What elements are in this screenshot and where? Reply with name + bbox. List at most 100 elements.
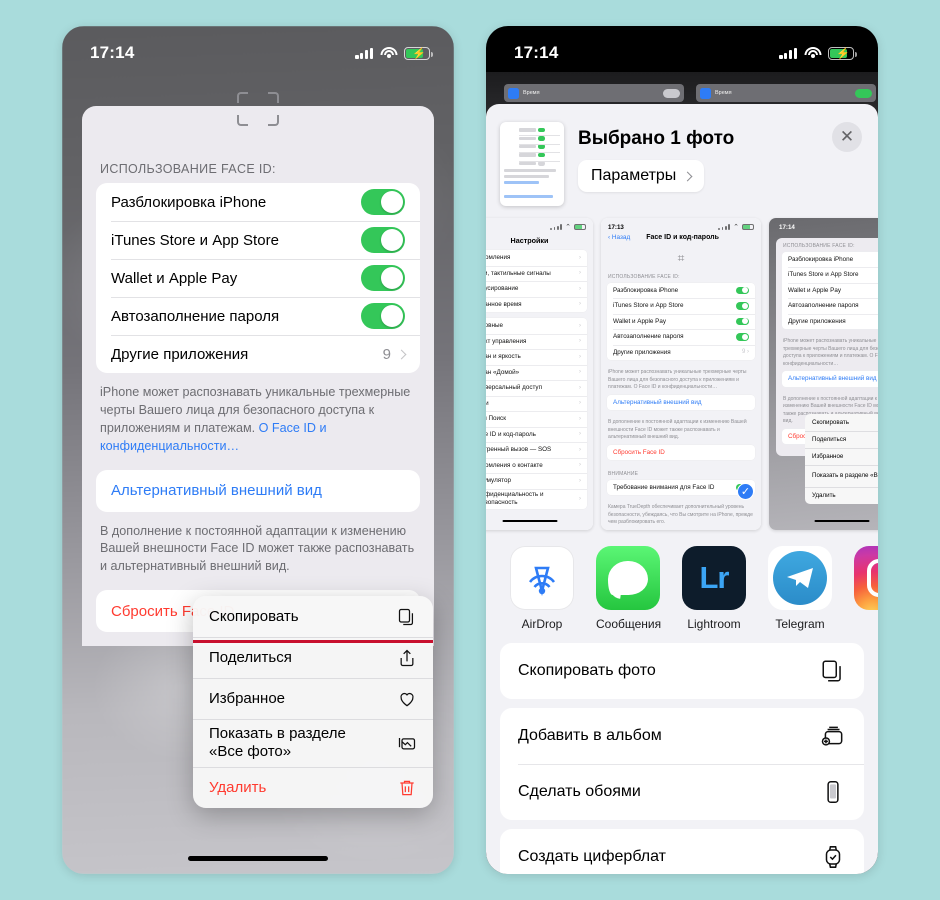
row-other-apps[interactable]: Другие приложения 9 [96, 335, 420, 373]
preview-time: 17:14 [779, 224, 795, 231]
wifi-icon [380, 46, 397, 60]
action-set-wallpaper[interactable]: Сделать обоями [500, 764, 864, 820]
copy-icon [398, 608, 414, 625]
preview-list-item: онфиденциальность и безопасность› [486, 488, 587, 509]
face-id-icon [237, 92, 279, 126]
context-menu-item-share[interactable]: Поделиться [193, 637, 433, 678]
context-menu-item-delete[interactable]: Удалить [193, 767, 433, 808]
context-menu-item-copy[interactable]: Скопировать [193, 596, 433, 637]
row-wallet-applepay[interactable]: Wallet и Apple Pay [96, 259, 420, 297]
preview-list-item: Разблокировка iPhone [782, 252, 878, 268]
preview-section-header: ИСПОЛЬЗОВАНИЕ FACE ID: [608, 274, 680, 280]
status-time: 17:14 [514, 43, 559, 62]
row-password-autofill[interactable]: Автозаполнение пароля [96, 297, 420, 335]
preview-settings-group-1: едомления› уки, тактильные сигналы› окус… [486, 250, 587, 312]
faceid-usage-group: Разблокировка iPhone iTunes Store и App … [96, 183, 420, 373]
share-actions-list: Скопировать фото Добавить в альбом Сдела… [486, 643, 878, 874]
action-copy-photo[interactable]: Скопировать фото [500, 643, 864, 699]
chevron-right-icon [396, 349, 407, 359]
preview-alternate-group: Альтернативный внешний вид [607, 394, 755, 410]
toggle-itunes-appstore[interactable] [361, 227, 405, 253]
share-target-messages[interactable]: Сообщения [596, 546, 662, 631]
preview-attention-group: Требование внимания для Face ID [607, 479, 755, 495]
status-time: 17:14 [90, 43, 135, 62]
screenshot-preview-strip: ⌃ Настройки едомления› уки, тактильные с… [486, 218, 878, 540]
action-label: Сделать обоями [518, 783, 641, 800]
row-unlock-iphone[interactable]: Разблокировка iPhone [96, 183, 420, 221]
wifi-icon [804, 46, 821, 60]
row-label: Автозаполнение пароля [111, 307, 280, 325]
row-alternate-appearance[interactable]: Альтернативный внешний вид [96, 470, 420, 512]
app-label: Сообщения [596, 617, 662, 631]
photos-library-icon [398, 738, 416, 750]
status-icons: ⚡ [355, 46, 433, 60]
status-icons: ⚡ [779, 46, 857, 60]
preview-context-menu-shot[interactable]: 17:14 ИСПОЛЬЗОВАНИЕ FACE ID: Разблокиров… [769, 218, 878, 530]
share-target-lightroom[interactable]: Lr Lightroom [682, 546, 746, 631]
preview-list-item: Разблокировка iPhone [607, 283, 755, 299]
background-row-label: Время [715, 90, 732, 96]
screen-time-icon [508, 87, 519, 99]
row-value-group: 9 [383, 346, 407, 363]
preview-settings-root[interactable]: ⌃ Настройки едомления› уки, тактильные с… [486, 218, 593, 530]
share-sheet: Выбрано 1 фото Параметры ✕ ⌃ Настройки о… [486, 104, 878, 874]
app-label: Lightroom [687, 617, 741, 631]
checkmark-circle-icon[interactable]: ✓ [737, 483, 754, 500]
preview-time: 17:13 [608, 223, 624, 231]
action-group-3: Создать циферблат Сохранить в Файлы [500, 829, 864, 874]
action-group-2: Добавить в альбом Сделать обоями [500, 708, 864, 820]
preview-list-item: Альтернативный внешний вид [613, 398, 702, 406]
preview-list-item: Автозаполнение пароля [782, 298, 878, 314]
screen-time-icon [700, 87, 711, 99]
lightroom-icon: Lr [682, 546, 746, 610]
watch-face-icon [825, 846, 841, 868]
preview-list-item: ace ID и код-пароль› [486, 426, 587, 443]
action-add-to-album[interactable]: Добавить в альбом [500, 708, 864, 764]
menu-item-label: Избранное [209, 690, 286, 707]
preview-faceid-settings[interactable]: 17:13 ⌃ ‹ Назад Face ID и код-пароль ⌗ И… [601, 218, 761, 530]
context-menu-item-show-in-all-photos[interactable]: Показать в разделе «Все фото» [193, 719, 433, 767]
right-phone-screenshot: 17:14 ⚡ Время Время Выбрано 1 фото Парам… [486, 26, 878, 874]
preview-nav-title: Настройки [510, 236, 549, 245]
preview-menu-item: Показать в разделе «Все фото» [805, 465, 878, 487]
share-target-instagram[interactable]: Ins [854, 546, 878, 631]
selected-photo-thumbnail[interactable] [500, 122, 564, 206]
toggle-unlock-iphone[interactable] [361, 189, 405, 215]
share-target-airdrop[interactable]: AirDrop [510, 546, 574, 631]
action-create-watch-face[interactable]: Создать циферблат [500, 829, 864, 874]
menu-item-label: Скопировать [209, 608, 299, 625]
close-icon[interactable]: ✕ [832, 122, 862, 152]
app-label: Telegram [775, 617, 825, 631]
preview-list-item: кран «Домой»› [486, 364, 587, 381]
background-row-screentime-2: Время [696, 84, 876, 102]
row-itunes-appstore[interactable]: iTunes Store и App Store [96, 221, 420, 259]
preview-list-item: Сбросить Face ID [613, 448, 665, 456]
preview-list-item: Автозаполнение пароля [607, 329, 755, 345]
row-label: Разблокировка iPhone [111, 193, 267, 211]
row-label: Другие приложения [111, 345, 249, 363]
preview-list-item: уки, тактильные сигналы› [486, 265, 587, 282]
add-to-album-icon [821, 726, 843, 746]
preview-list-item: Другие приложения [782, 313, 878, 330]
preview-list-item: Другие приложения 9 › [607, 344, 755, 361]
background-row-toggle [663, 88, 680, 98]
preview-list-item: кстренный вызов — SOS› [486, 442, 587, 458]
share-target-telegram[interactable]: Telegram [768, 546, 832, 631]
toggle-wallet-applepay[interactable] [361, 265, 405, 291]
action-label: Добавить в альбом [518, 727, 662, 744]
preview-menu-item: Скопировать [812, 419, 849, 426]
toggle-password-autofill[interactable] [361, 303, 405, 329]
preview-list-item: Wallet и Apple Pay [782, 282, 878, 299]
preview-note: iPhone может распознавать уникальные тре… [608, 369, 747, 390]
context-menu-item-favorite[interactable]: Избранное [193, 678, 433, 719]
preview-list-item: окусирование› [486, 281, 587, 297]
parameters-button[interactable]: Параметры [578, 160, 705, 192]
left-status-bar: 17:14 ⚡ [62, 26, 454, 72]
preview-list-item: кран и яркость› [486, 349, 587, 365]
preview-list-item: Альтернативный внешний вид [788, 375, 877, 383]
preview-usage-group: Разблокировка iPhone iTunes Store и App … [782, 251, 878, 330]
alternate-appearance-note: В дополнение к постоянной адаптации к из… [100, 523, 415, 574]
copy-icon [822, 660, 841, 682]
action-group-1: Скопировать фото [500, 643, 864, 699]
airdrop-icon [510, 546, 574, 610]
